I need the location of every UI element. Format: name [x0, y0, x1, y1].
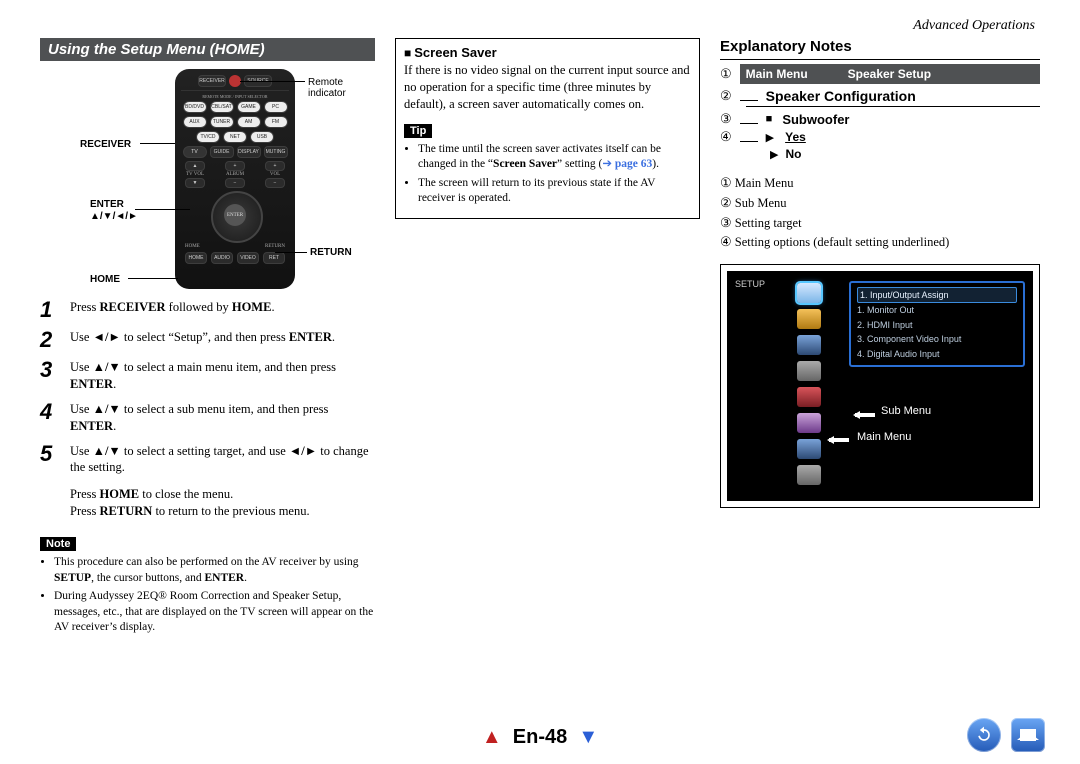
osd-list-item: 3. Component Video Input	[857, 332, 1017, 346]
screensaver-box: Screen Saver If there is no video signal…	[395, 38, 700, 219]
note-bullets: This procedure can also be performed on …	[40, 555, 375, 636]
screensaver-body: If there is no video signal on the curre…	[404, 62, 691, 113]
column-3: Explanatory Notes ① Main Menu Speaker Se…	[720, 38, 1040, 639]
row-2: ② Speaker Configuration	[720, 88, 1040, 104]
callout-home: HOME	[90, 274, 120, 285]
osd-icon	[797, 439, 821, 459]
tip-bullet: The time until the screen saver activate…	[418, 142, 691, 173]
circled-2: ②	[720, 88, 732, 104]
footer-down-icon[interactable]: ▼	[578, 726, 598, 748]
row-3: ③ ■ Subwoofer	[720, 111, 1040, 127]
osd-submenu-list: 1. Input/Output Assign 1. Monitor Out 2.…	[849, 281, 1025, 367]
tip-bullet: The screen will return to its previous s…	[418, 176, 691, 207]
osd-icon	[797, 387, 821, 407]
osd-screenshot: SETUP 1. Input/Output Assign 1. Monitor	[720, 264, 1040, 508]
osd-icon	[797, 465, 821, 485]
footer-icons	[967, 718, 1045, 752]
osd-icon	[797, 361, 821, 381]
page-footer: ▲ En-48 ▼	[0, 726, 1080, 749]
columns: Using the Setup Menu (HOME) RECEIVERSOUR…	[40, 38, 1040, 639]
osd-label-sub: Sub Menu	[881, 405, 931, 417]
col1-title: Using the Setup Menu (HOME)	[40, 38, 375, 61]
note-bullet: This procedure can also be performed on …	[54, 555, 375, 586]
row4-no: No	[785, 147, 801, 161]
row4-yes: Yes	[785, 130, 806, 144]
note-bullet: During Audyssey 2EQ® Room Correction and…	[54, 589, 375, 636]
step-num: 3	[40, 359, 60, 381]
steps-list: 1 Press RECEIVER followed by HOME. 2 Use ◄…	[40, 299, 375, 476]
osd-list-item: 1. Input/Output Assign	[857, 287, 1017, 303]
legend-list: ① Main Menu ② Sub Menu ③ Setting target …	[720, 173, 1040, 252]
after-step-1: Press HOME to close the menu.	[70, 486, 375, 503]
step-num: 2	[40, 329, 60, 351]
menu-bar: Main Menu Speaker Setup	[740, 64, 1040, 84]
circled-1: ①	[720, 66, 732, 82]
step-text: Use ▲/▼ to select a sub menu item, and t…	[70, 401, 375, 435]
home-icon[interactable]	[1011, 718, 1045, 752]
screensaver-heading: Screen Saver	[404, 45, 691, 60]
legend-item: Setting target	[735, 216, 802, 230]
osd-icon	[797, 309, 821, 329]
tip-tag: Tip	[404, 124, 432, 138]
column-1: Using the Setup Menu (HOME) RECEIVERSOUR…	[40, 38, 375, 639]
back-icon[interactable]	[967, 718, 1001, 752]
callout-arrows: ▲/▼/◄/►	[90, 211, 138, 222]
row-4: ④ ▶ Yes	[720, 129, 1040, 145]
step-num: 4	[40, 401, 60, 423]
row-4b: ▶ No	[770, 145, 1040, 163]
legend-item: Main Menu	[735, 176, 794, 190]
column-2: Screen Saver If there is no video signal…	[395, 38, 700, 639]
page-number: En-48	[513, 726, 567, 748]
osd-list-item: 2. HDMI Input	[857, 318, 1017, 332]
step-num: 5	[40, 443, 60, 465]
callout-return: RETURN	[310, 247, 352, 258]
row2-title: Speaker Configuration	[766, 88, 916, 104]
osd-list-item: 4. Digital Audio Input	[857, 347, 1017, 361]
step-text: Use ▲/▼ to select a main menu item, and …	[70, 359, 375, 393]
menu-bar-right: Speaker Setup	[848, 67, 931, 81]
row3-title: Subwoofer	[782, 112, 849, 127]
osd-icon-column	[797, 283, 821, 485]
legend-item: Sub Menu	[735, 196, 787, 210]
explanatory-title: Explanatory Notes	[720, 38, 1040, 55]
osd-icon	[797, 283, 821, 303]
step-text: Use ◄/► to select “Setup”, and then pres…	[70, 329, 335, 346]
osd-label-main: Main Menu	[857, 431, 911, 443]
row-1: ① Main Menu Speaker Setup	[720, 64, 1040, 84]
step-num: 1	[40, 299, 60, 321]
osd-icon	[797, 335, 821, 355]
callout-receiver: RECEIVER	[80, 139, 131, 150]
osd-list-item: 1. Monitor Out	[857, 303, 1017, 317]
menu-bar-left: Main Menu	[746, 67, 808, 81]
section-header: Advanced Operations	[913, 18, 1035, 34]
remote-diagram: RECEIVERSOURCE REMOTE MODE / INPUT SELEC…	[40, 69, 375, 289]
page-root: Advanced Operations Using the Setup Menu…	[0, 0, 1080, 764]
step-text: Press RECEIVER followed by HOME.	[70, 299, 275, 316]
tip-bullets: The time until the screen saver activate…	[404, 142, 691, 207]
footer-up-icon[interactable]: ▲	[482, 726, 502, 748]
circled-4: ④	[720, 129, 732, 145]
remote-body: RECEIVERSOURCE REMOTE MODE / INPUT SELEC…	[175, 69, 295, 289]
callout-indicator: Remote indicator	[308, 77, 368, 99]
circled-3: ③	[720, 111, 732, 127]
callout-enter: ENTER	[90, 199, 124, 210]
legend-item: Setting options (default setting underli…	[735, 235, 950, 249]
note-tag: Note	[40, 537, 76, 551]
step-text: Use ▲/▼ to select a setting target, and …	[70, 443, 375, 477]
osd-icon	[797, 413, 821, 433]
after-step-2: Press RETURN to return to the previous m…	[70, 503, 375, 520]
